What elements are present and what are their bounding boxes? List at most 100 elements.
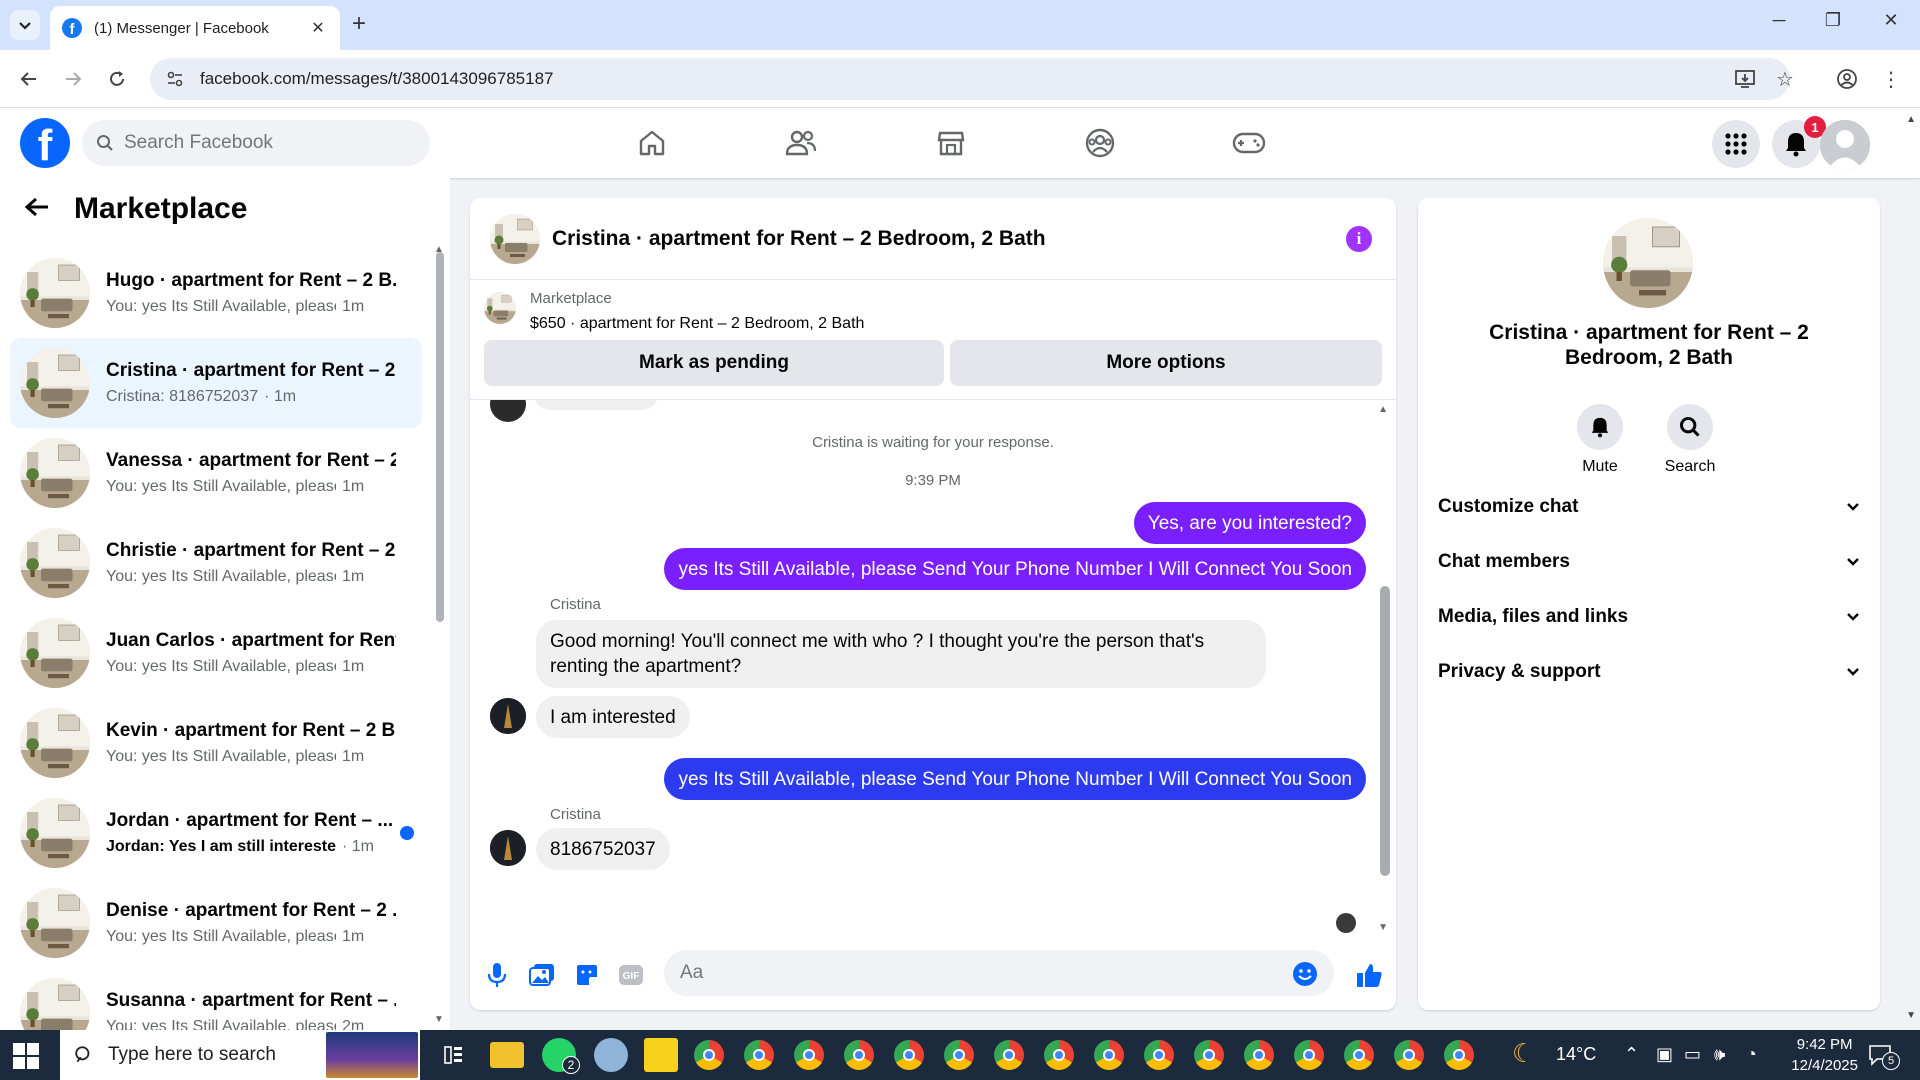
bookmark-star-icon[interactable]: ☆ [1770,64,1800,94]
conversation-item[interactable]: Juan Carlos · apartment for Rent... You: … [10,608,422,698]
mute-action[interactable]: Mute [1560,404,1640,476]
listing-thumbnail[interactable] [484,292,516,324]
menu-button[interactable] [1712,120,1760,168]
outgoing-message[interactable]: yes Its Still Available, please Send You… [664,548,1366,590]
back-arrow-icon[interactable] [24,193,50,225]
conversation-item[interactable]: Susanna · apartment for Rent – ... You: y… [10,968,422,1030]
listing-photo[interactable] [1603,218,1693,308]
nav-marketplace[interactable] [916,120,986,166]
sticky-notes-icon[interactable] [644,1038,678,1072]
windows-start-icon[interactable] [12,1042,40,1070]
battery-icon[interactable]: ▭ [1684,1044,1701,1065]
section-media-files-links[interactable]: Media, files and links [1438,594,1860,640]
outgoing-message[interactable]: Yes, are you interested? [1133,502,1366,544]
mark-as-pending-button[interactable]: Mark as pending [484,340,944,386]
chrome-window-icon[interactable] [894,1040,924,1070]
incoming-message[interactable]: I am interested [536,696,690,738]
conversation-item[interactable]: Christie · apartment for Rent – 2... You:… [10,518,422,608]
wifi-icon[interactable]: ◔ [1746,1044,1757,1065]
paint-icon[interactable] [594,1038,628,1072]
notification-center-icon[interactable]: 5 [1868,1044,1900,1071]
sticker-icon[interactable] [572,960,602,990]
conversation-item[interactable]: Hugo · apartment for Rent – 2 B... You: y… [10,248,422,338]
section-privacy-support[interactable]: Privacy & support [1438,649,1860,695]
account-avatar[interactable] [1820,120,1870,170]
back-button[interactable] [14,64,44,94]
address-bar[interactable]: facebook.com/messages/t/3800143096785187 [150,58,1790,100]
chrome-window-icon[interactable] [1394,1040,1424,1070]
chrome-window-icon[interactable] [1294,1040,1324,1070]
section-chat-members[interactable]: Chat members [1438,539,1860,585]
chrome-window-icon[interactable] [1344,1040,1374,1070]
reload-button[interactable] [102,64,132,94]
incoming-message[interactable]: Good morning! You'll connect me with who… [536,620,1266,688]
task-view-icon[interactable] [436,1038,470,1072]
meet-icon[interactable]: ▣ [1656,1044,1673,1065]
minimize-button[interactable]: ─ [1754,10,1804,31]
more-options-button[interactable]: More options [950,340,1382,386]
gif-icon[interactable]: GIF [616,960,646,990]
forward-button[interactable] [58,64,88,94]
sidebar-scrollbar[interactable] [436,252,444,622]
weather-temp[interactable]: 14°C [1556,1044,1596,1065]
new-tab-button[interactable]: + [352,12,366,36]
info-icon[interactable]: i [1346,226,1372,252]
page-scroll-up-arrow[interactable]: ▲ [1906,114,1916,125]
sender-avatar[interactable] [490,830,526,866]
chrome-window-icon[interactable] [1094,1040,1124,1070]
chat-title[interactable]: Cristina · apartment for Rent – 2 Bedroo… [552,227,1046,251]
notifications-button[interactable]: 1 [1772,116,1826,168]
whatsapp-icon[interactable]: 2 [542,1038,580,1074]
weather-moon-icon[interactable]: ☾ [1512,1038,1535,1069]
conversation-item[interactable]: Denise · apartment for Rent – 2 ... You: … [10,878,422,968]
section-customize-chat[interactable]: Customize chat [1438,484,1860,530]
listing-price-title[interactable]: $650 · apartment for Rent – 2 Bedroom, 2… [530,315,864,333]
chat-scroll-up-arrow[interactable]: ▲ [1378,404,1388,415]
tab-close-icon[interactable]: ✕ [308,18,328,38]
thumbs-up-icon[interactable] [1354,960,1384,990]
chat-listing-thumbnail[interactable] [490,213,540,264]
facebook-search[interactable] [82,120,430,166]
profile-icon[interactable] [1832,64,1862,94]
taskbar-search[interactable]: Type here to search [60,1030,420,1080]
chat-scrollbar[interactable] [1380,586,1390,876]
chrome-window-icon[interactable] [794,1040,824,1070]
incoming-message[interactable]: 8186752037 [536,828,670,870]
conversation-item[interactable]: Cristina · apartment for Rent – 2... Cris… [10,338,422,428]
tab-search-dropdown[interactable] [10,10,40,40]
sender-avatar[interactable] [490,698,526,734]
conversation-item[interactable]: Kevin · apartment for Rent – 2 B... You: … [10,698,422,788]
chrome-window-icon[interactable] [1444,1040,1474,1070]
file-explorer-icon[interactable] [490,1042,524,1068]
facebook-search-input[interactable] [124,132,404,154]
photo-icon[interactable] [527,960,557,990]
show-hidden-icons[interactable]: ⌃ [1624,1044,1639,1065]
page-scroll-down-arrow[interactable]: ▼ [1906,1010,1916,1021]
chrome-window-icon[interactable] [1144,1040,1174,1070]
install-app-icon[interactable] [1730,64,1760,94]
scroll-down-arrow[interactable]: ▼ [434,1014,444,1025]
site-settings-icon[interactable] [166,70,184,88]
nav-friends[interactable] [766,120,836,166]
chrome-window-icon[interactable] [1244,1040,1274,1070]
nav-groups[interactable] [1065,120,1135,166]
chrome-window-icon[interactable] [1194,1040,1224,1070]
chrome-window-icon[interactable] [994,1040,1024,1070]
conversation-item[interactable]: Vanessa · apartment for Rent – 2... You: … [10,428,422,518]
conversation-item[interactable]: Jordan · apartment for Rent – ... Jordan:… [10,788,422,878]
window-close-button[interactable]: ✕ [1866,10,1916,31]
chrome-window-icon[interactable] [744,1040,774,1070]
volume-icon[interactable]: 🕪 [1714,1044,1725,1065]
outgoing-message[interactable]: yes Its Still Available, please Send You… [664,758,1366,800]
message-text-field[interactable] [680,962,1260,984]
search-action[interactable]: Search [1650,404,1730,476]
emoji-icon[interactable] [1292,961,1318,987]
nav-home[interactable] [617,120,687,166]
browser-menu-icon[interactable]: ⋮ [1876,64,1906,94]
chrome-window-icon[interactable] [944,1040,974,1070]
facebook-logo-icon[interactable]: f [20,118,70,168]
chrome-window-icon[interactable] [1044,1040,1074,1070]
chat-scroll-down-arrow[interactable]: ▼ [1378,922,1388,933]
browser-tab[interactable]: f (1) Messenger | Facebook ✕ [50,6,340,50]
chrome-window-icon[interactable] [844,1040,874,1070]
